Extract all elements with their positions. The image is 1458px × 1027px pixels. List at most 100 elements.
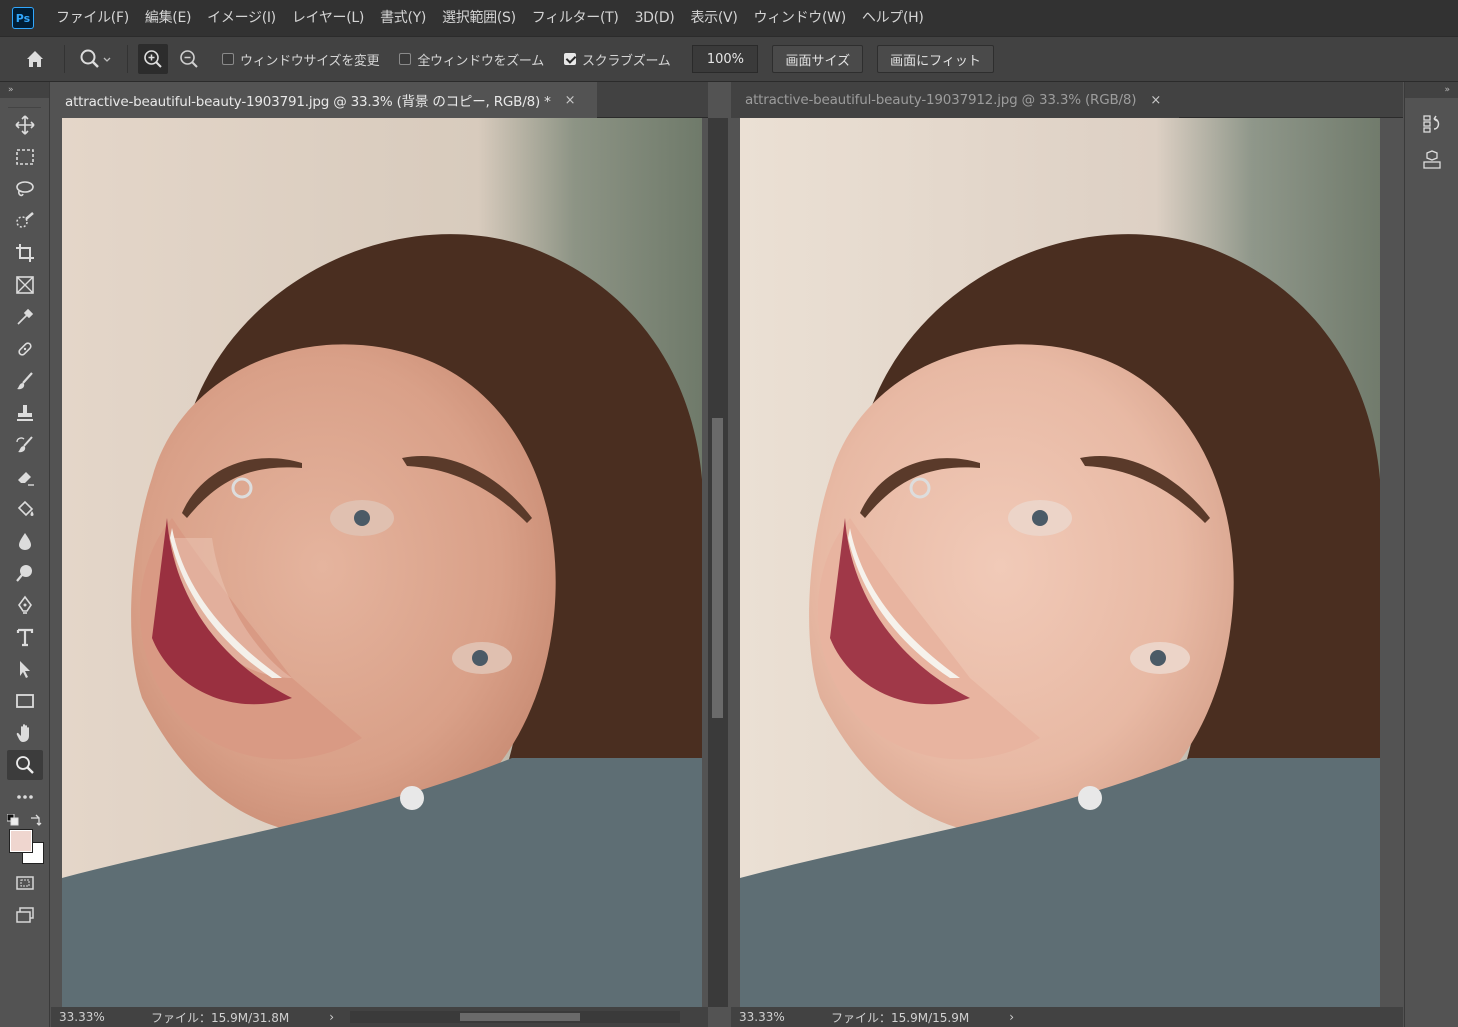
document-canvas-2[interactable]: [740, 118, 1380, 1007]
menu-layer[interactable]: レイヤー(L): [284, 0, 372, 36]
crop-tool-icon: [16, 244, 34, 262]
document-status-bar: 33.33% ファイル：15.9M/31.8M ›: [51, 1007, 708, 1027]
scrubby-zoom-checkbox[interactable]: スクラブズーム: [563, 50, 671, 69]
zoom-percentage-field[interactable]: 100%: [692, 45, 759, 73]
vertical-scrollbar[interactable]: [708, 118, 728, 1007]
path-select-tool-button[interactable]: [7, 654, 43, 684]
zoom-all-windows-checkbox[interactable]: 全ウィンドウをズーム: [399, 50, 544, 69]
scrollbar-thumb[interactable]: [712, 418, 723, 718]
rectangle-tool-button[interactable]: [7, 686, 43, 716]
document-tab-1[interactable]: attractive-beautiful-beauty-1903791.jpg …: [51, 82, 597, 118]
zoom-in-button[interactable]: [138, 44, 168, 74]
pen-tool-button[interactable]: [7, 590, 43, 620]
options-separator: [127, 45, 128, 73]
document-tabbar: attractive-beautiful-beauty-19037912.jpg…: [731, 82, 1403, 118]
zoom-status[interactable]: 33.33%: [739, 1010, 809, 1024]
zoom-out-button[interactable]: [174, 44, 204, 74]
checkbox-box: [399, 53, 412, 65]
blur-tool-icon: [19, 533, 31, 550]
hand-tool-button[interactable]: [7, 718, 43, 748]
home-button[interactable]: [20, 44, 50, 74]
zoom-tool-icon: [80, 49, 111, 68]
menu-select[interactable]: 選択範囲(S): [434, 0, 524, 36]
horizontal-scrollbar[interactable]: [350, 1011, 681, 1023]
menu-file[interactable]: ファイル(F): [48, 0, 137, 36]
crop-tool-button[interactable]: [7, 238, 43, 268]
stamp-tool-icon: [17, 405, 33, 421]
rectangle-tool-icon: [16, 694, 34, 708]
resize-windows-checkbox[interactable]: ウィンドウサイズを変更: [222, 50, 380, 69]
zoom-tool-button[interactable]: [7, 750, 43, 780]
blur-tool-button[interactable]: [7, 526, 43, 556]
quick-mask-icon: [16, 876, 34, 890]
foreground-color-swatch[interactable]: [9, 829, 33, 853]
paint-bucket-tool-icon: [17, 500, 34, 517]
menu-edit[interactable]: 編集(E): [137, 0, 199, 36]
scrollbar-thumb[interactable]: [460, 1013, 581, 1021]
zoom-tool-icon: [16, 756, 34, 774]
color-swatches: [5, 814, 45, 866]
stamp-tool-button[interactable]: [7, 398, 43, 428]
close-icon[interactable]: ×: [1150, 93, 1161, 108]
paint-bucket-tool-button[interactable]: [7, 494, 43, 524]
eraser-tool-icon: [18, 472, 34, 486]
dodge-tool-icon: [16, 565, 32, 582]
type-tool-button[interactable]: [7, 622, 43, 652]
history-brush-tool-button[interactable]: [7, 430, 43, 460]
status-menu-arrow[interactable]: ›: [1009, 1010, 1014, 1024]
frame-tool-button[interactable]: [7, 270, 43, 300]
close-icon[interactable]: ×: [565, 93, 576, 108]
menu-filter[interactable]: フィルター(T): [524, 0, 627, 36]
zoom-all-label: 全ウィンドウをズーム: [417, 53, 544, 69]
toolbar-grip[interactable]: [8, 98, 41, 108]
more-tools-icon: [17, 795, 33, 799]
tools-panel: »: [0, 82, 50, 1027]
move-tool-button[interactable]: [7, 110, 43, 140]
type-tool-icon: [16, 628, 34, 647]
lasso-tool-button[interactable]: [7, 174, 43, 204]
document-tab-label: attractive-beautiful-beauty-1903791.jpg …: [65, 94, 551, 110]
fit-screen-button[interactable]: 画面サイズ: [772, 45, 864, 73]
dock-collapse[interactable]: »: [1405, 82, 1458, 98]
menu-type[interactable]: 書式(Y): [372, 0, 434, 36]
eyedropper-tool-button[interactable]: [7, 302, 43, 332]
history-panel-button[interactable]: [1414, 108, 1450, 140]
checkbox-box: [563, 53, 576, 65]
menu-window[interactable]: ウィンドウ(W): [746, 0, 854, 36]
quick-select-tool-button[interactable]: [7, 206, 43, 236]
more-tools-button[interactable]: [7, 782, 43, 812]
history-brush-tool-icon: [16, 436, 33, 453]
tool-preset-picker[interactable]: [71, 44, 121, 74]
dodge-tool-button[interactable]: [7, 558, 43, 588]
quick-mask-button[interactable]: [7, 868, 43, 898]
brush-tool-button[interactable]: [7, 366, 43, 396]
document-tab-2[interactable]: attractive-beautiful-beauty-19037912.jpg…: [731, 82, 1179, 118]
toolbar-collapse[interactable]: »: [0, 82, 49, 98]
file-size-status: ファイル：15.9M/15.9M: [831, 1010, 970, 1025]
lasso-tool-icon: [16, 181, 34, 197]
document-canvas-1[interactable]: [62, 118, 702, 1007]
history-panel-icon: [1423, 115, 1440, 133]
hand-tool-icon: [16, 724, 29, 742]
eraser-tool-button[interactable]: [7, 462, 43, 492]
screen-mode-button[interactable]: [7, 900, 43, 930]
fill-screen-button[interactable]: 画面にフィット: [877, 45, 994, 73]
menu-help[interactable]: ヘルプ(H): [854, 0, 932, 36]
home-icon: [27, 51, 43, 67]
photoshop-logo: Ps: [12, 7, 34, 29]
status-menu-arrow[interactable]: ›: [329, 1010, 334, 1024]
menu-3d[interactable]: 3D(D): [627, 0, 683, 36]
healing-brush-tool-button[interactable]: [7, 334, 43, 364]
swap-colors-icon[interactable]: [29, 814, 43, 826]
marquee-tool-button[interactable]: [7, 142, 43, 172]
menu-bar: Ps ファイル(F) 編集(E) イメージ(I) レイヤー(L) 書式(Y) 選…: [0, 0, 1458, 36]
frame-tool-icon: [16, 276, 34, 294]
menu-image[interactable]: イメージ(I): [199, 0, 284, 36]
menu-view[interactable]: 表示(V): [682, 0, 745, 36]
eyedropper-tool-icon: [17, 308, 34, 325]
default-colors-icon[interactable]: [7, 814, 19, 826]
document-tabbar: attractive-beautiful-beauty-1903791.jpg …: [51, 82, 708, 118]
zoom-status[interactable]: 33.33%: [59, 1010, 129, 1024]
properties-panel-button[interactable]: [1414, 144, 1450, 176]
options-separator: [64, 45, 65, 73]
